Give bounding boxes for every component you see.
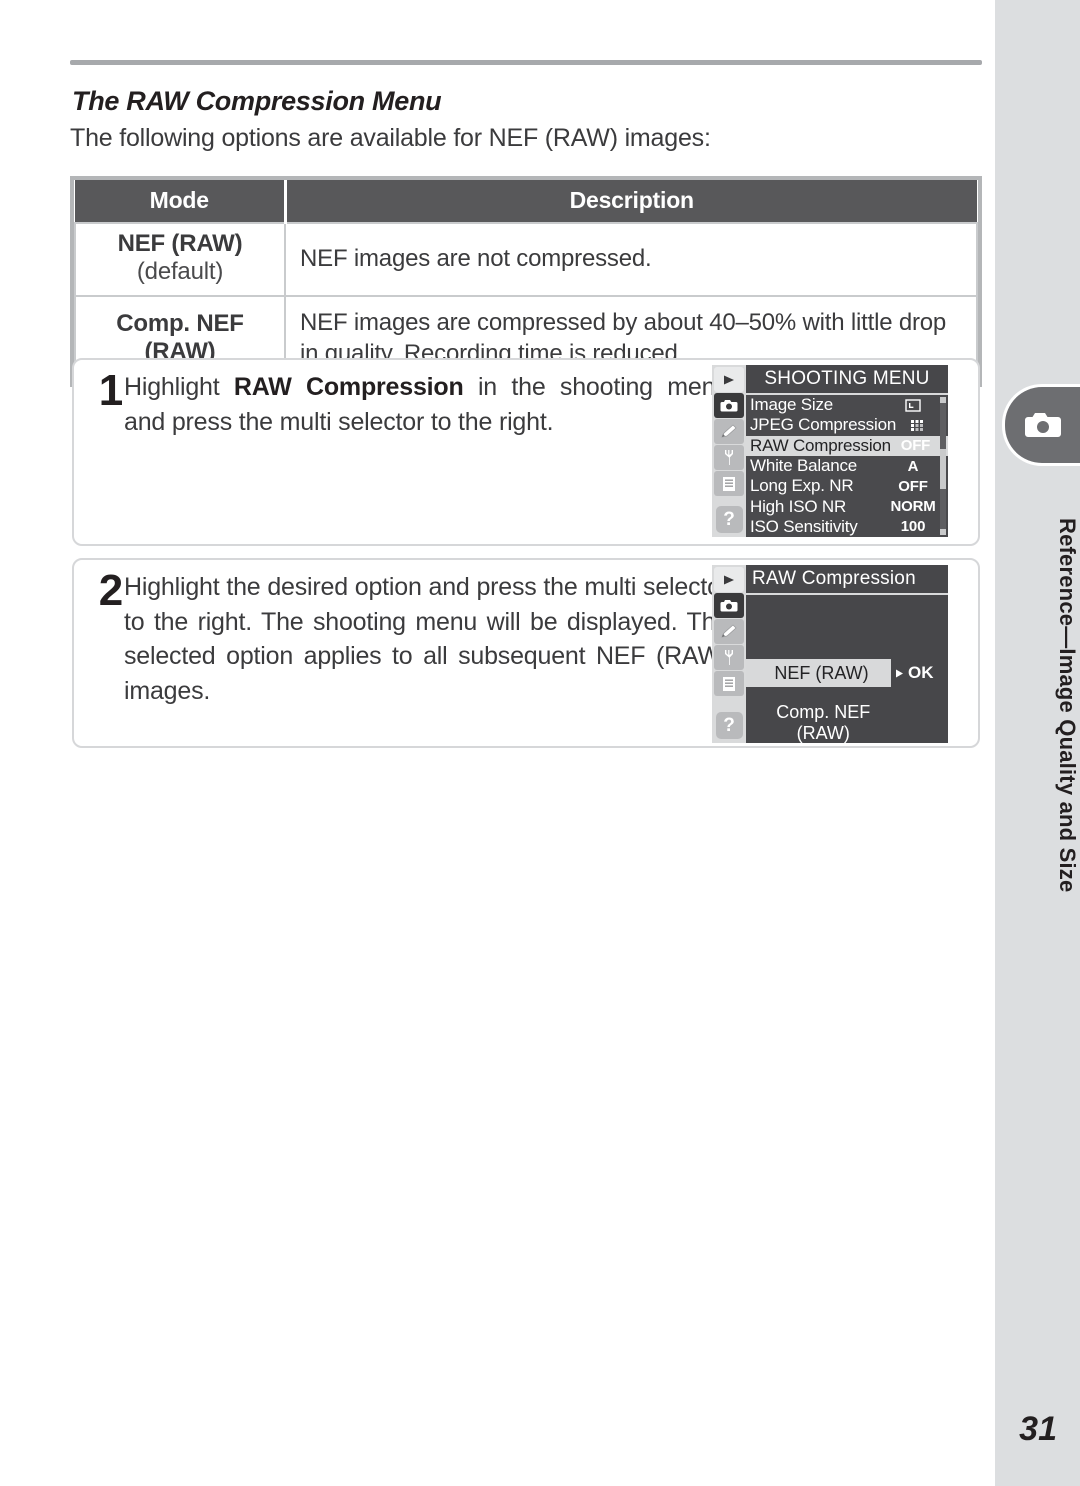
step-2-text: Highlight the desired option and press t… <box>124 573 729 705</box>
column-header-mode: Mode <box>75 180 287 223</box>
lcd-sidebar: ? <box>712 365 746 537</box>
chapter-tab-camera <box>1002 384 1080 466</box>
option-label: NEF (RAW) <box>774 662 869 683</box>
column-header-description: Description <box>285 180 977 223</box>
menu-item-label: Long Exp. NR <box>750 476 854 496</box>
menu-item-image-size[interactable]: Image Size <box>746 395 948 415</box>
menu-item-value: NORM <box>890 498 936 516</box>
camera-icon <box>714 593 744 618</box>
playback-icon <box>714 567 744 592</box>
chapter-tab-label: Reference—Image Quality and Size <box>1055 517 1080 893</box>
mode-cell: NEF (RAW) (default) <box>74 222 286 297</box>
wrench-icon <box>714 645 744 670</box>
lcd-shooting-menu: ? SHOOTING MENU Image Size JPEG Compress… <box>712 365 948 537</box>
mode-subtitle: (default) <box>136 258 224 286</box>
menu-item-label: Image Size <box>750 395 834 415</box>
raw-compression-table: Mode Description NEF (RAW) (default) NEF… <box>70 176 982 387</box>
jpeg-quality-icon <box>896 417 940 434</box>
help-icon: ? <box>715 506 743 533</box>
lcd-title: SHOOTING MENU <box>746 365 948 395</box>
menu-item-white-balance[interactable]: White Balance A <box>746 456 948 476</box>
lcd-title: RAW Compression <box>746 565 948 595</box>
lcd-raw-compression-submenu: ? RAW Compression NEF (RAW) OK Comp. NEF… <box>712 565 948 743</box>
pencil-icon <box>714 419 744 444</box>
table-row: NEF (RAW) (default) NEF images are not c… <box>74 222 978 297</box>
menu-item-high-iso-nr[interactable]: High ISO NR NORM <box>746 496 948 516</box>
option-comp-nef-raw[interactable]: Comp. NEF (RAW) <box>746 702 948 743</box>
option-nef-raw[interactable]: NEF (RAW) OK <box>746 659 948 687</box>
menu-item-label: ISO Sensitivity <box>750 516 858 536</box>
list-icon <box>714 671 744 696</box>
menu-item-label: White Balance <box>750 456 858 476</box>
lcd-scrollbar[interactable] <box>940 397 946 535</box>
scrollbar-thumb[interactable] <box>940 449 946 489</box>
menu-item-value: 100 <box>900 518 926 536</box>
menu-item-value: OFF <box>900 437 931 455</box>
step-1-text-bold: RAW Compression <box>233 373 464 401</box>
menu-item-value: OFF <box>898 477 928 495</box>
pencil-icon <box>714 619 744 644</box>
menu-item-jpeg-compression[interactable]: JPEG Compression <box>746 415 948 435</box>
scroll-down-arrow-icon[interactable] <box>940 529 946 535</box>
menu-item-label: JPEG Compression <box>750 415 897 435</box>
step-1-text: Highlight RAW Compression in the shootin… <box>124 370 729 439</box>
scroll-up-arrow-icon[interactable] <box>940 397 946 403</box>
right-arrow-icon <box>896 669 903 677</box>
menu-item-long-exp-nr[interactable]: Long Exp. NR OFF <box>746 476 948 496</box>
page-number: 31 <box>1019 1410 1057 1448</box>
list-icon <box>714 471 744 496</box>
menu-item-raw-compression[interactable]: RAW Compression OFF <box>746 435 948 456</box>
ok-label: OK <box>908 663 934 682</box>
camera-icon <box>1022 409 1064 441</box>
page-title: The RAW Compression Menu <box>72 86 442 116</box>
lcd-main-panel: RAW Compression NEF (RAW) OK Comp. NEF (… <box>746 565 948 743</box>
option-label: Comp. NEF (RAW) <box>776 702 871 743</box>
mode-name: Comp. NEF <box>116 309 244 337</box>
menu-item-iso-sensitivity[interactable]: ISO Sensitivity 100 <box>746 517 948 537</box>
ok-indicator[interactable]: OK <box>891 659 948 687</box>
lcd-sidebar: ? <box>712 565 746 743</box>
menu-item-value: A <box>907 457 919 475</box>
playback-icon <box>714 367 744 392</box>
menu-item-label: High ISO NR <box>750 496 847 516</box>
step-1-text-before: Highlight <box>124 373 234 401</box>
image-size-icon <box>886 397 940 414</box>
description-cell: NEF images are not compressed. <box>284 222 978 297</box>
ok-indicator-empty <box>894 709 948 737</box>
menu-item-label: RAW Compression <box>750 435 891 455</box>
mode-name: NEF (RAW) <box>117 230 243 257</box>
wrench-icon <box>714 445 744 470</box>
camera-icon <box>714 393 744 418</box>
help-icon: ? <box>715 712 743 739</box>
lcd-main-panel: SHOOTING MENU Image Size JPEG Compressio… <box>746 365 948 537</box>
lcd-option-list: NEF (RAW) OK Comp. NEF (RAW) <box>746 595 948 743</box>
intro-text: The following options are available for … <box>70 124 711 152</box>
header-rule <box>70 60 982 65</box>
lcd-menu-list: Image Size JPEG Compression RAW Compress… <box>746 395 948 537</box>
table-header-row: Mode Description <box>75 180 977 223</box>
